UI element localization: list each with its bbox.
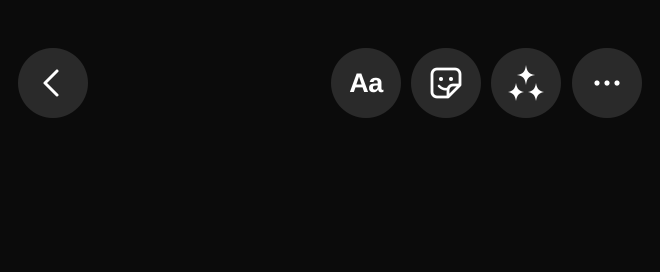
text-tool-button[interactable]: Aa <box>331 48 401 118</box>
back-button[interactable] <box>18 48 88 118</box>
sparkles-icon <box>506 63 546 103</box>
ellipsis-icon <box>592 78 622 88</box>
story-editor-screen: Aa <box>0 0 660 272</box>
effects-button[interactable] <box>491 48 561 118</box>
sticker-button[interactable] <box>411 48 481 118</box>
text-tool-label: Aa <box>349 67 383 98</box>
more-options-button[interactable] <box>572 48 642 118</box>
sticker-icon <box>428 65 464 101</box>
chevron-left-icon <box>36 66 70 100</box>
